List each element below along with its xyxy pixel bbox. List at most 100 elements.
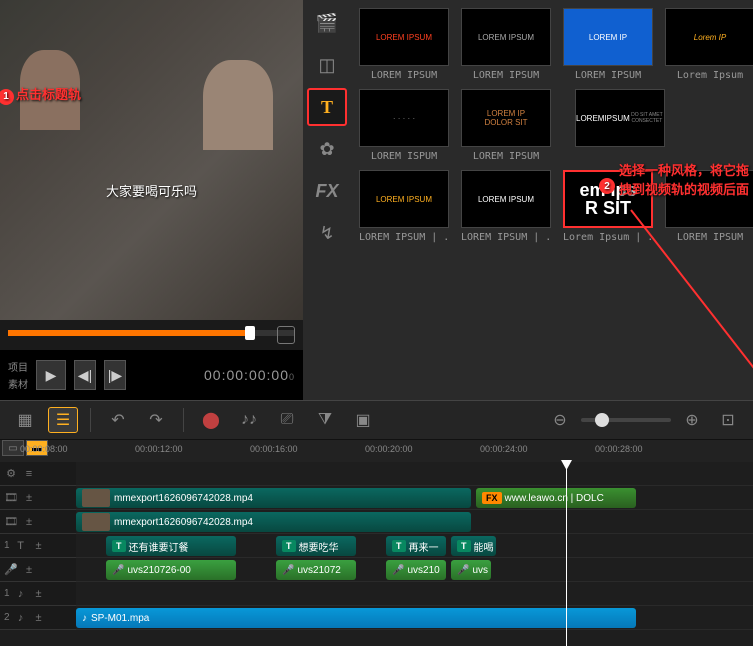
zoom-slider[interactable] bbox=[581, 418, 671, 422]
next-frame-button[interactable]: |▶ bbox=[104, 360, 126, 390]
gallery-label: LOREM IPSUM bbox=[461, 70, 551, 81]
track-head-title[interactable]: 1T± bbox=[0, 534, 76, 558]
chapter-button[interactable]: ▣ bbox=[348, 407, 378, 433]
marker-button[interactable]: ⧩ bbox=[310, 407, 340, 433]
annotation-1: 1点击标题轨 bbox=[0, 84, 81, 105]
track-head-settings[interactable]: ⚙≡ bbox=[0, 462, 76, 486]
flower-icon: ✿ bbox=[319, 139, 334, 160]
transition-icon: ◫ bbox=[318, 55, 335, 76]
gallery-thumb: LOREM IP bbox=[563, 8, 653, 66]
gallery-item[interactable]: · · · · · LOREM ISPUM bbox=[359, 89, 449, 162]
gallery-label: Lorem Ipsum bbox=[665, 70, 753, 81]
track-row-title[interactable]: T还有谁要订餐 T想要吃华 T再来一T能喝 bbox=[76, 534, 753, 558]
track-head-overlay[interactable]: 🎞± bbox=[0, 510, 76, 534]
popout-icon[interactable] bbox=[277, 326, 295, 344]
preview-panel: 大家要喝可乐吗 项目 素材 ▶ ◀| |▶ 00:00:00:000 bbox=[0, 0, 303, 400]
fx-clip[interactable]: FX www.leawo.cn | DOLC bbox=[476, 488, 636, 508]
track-row-overlay[interactable]: mmexport1626096742028.mp4 bbox=[76, 510, 753, 534]
audio-clip[interactable]: 🎤uvs210726-00 bbox=[106, 560, 236, 580]
gallery-item[interactable]: Lorem IP Lorem Ipsum bbox=[665, 8, 753, 81]
audio-clip[interactable]: 🎤uvs210 bbox=[386, 560, 446, 580]
music-icon: ♪ bbox=[14, 587, 28, 601]
gallery-item[interactable]: LOREM IPSUM LOREM IPSUM bbox=[461, 8, 551, 81]
track-head-voice[interactable]: 🎤± bbox=[0, 558, 76, 582]
title-clip[interactable]: T再来一 bbox=[386, 536, 446, 556]
zoom-fit-button[interactable]: ⊡ bbox=[713, 407, 743, 433]
zoom-thumb[interactable] bbox=[595, 413, 609, 427]
track-row-video[interactable]: mmexport1626096742028.mp4 FX www.leawo.c… bbox=[76, 486, 753, 510]
tab-graphics[interactable]: ✿ bbox=[307, 130, 347, 168]
gallery-thumb: LOREM IPSUM bbox=[461, 170, 551, 228]
t-badge: T bbox=[392, 540, 406, 552]
tab-paths[interactable]: ↯ bbox=[307, 214, 347, 252]
track-row-music2[interactable]: ♪SP-M01.mpa bbox=[76, 606, 753, 630]
gallery-label: Lorem Ipsum | ... bbox=[563, 232, 653, 243]
timeline-view-button[interactable]: ☰ bbox=[48, 407, 78, 433]
gallery-item[interactable]: LOREM IPSUMLOREM IPSUM bbox=[359, 8, 449, 81]
audio-clip[interactable]: 🎤uvs bbox=[451, 560, 491, 580]
redo-button[interactable]: ↷ bbox=[141, 407, 171, 433]
gallery-label: LOREM IPSUM | ... bbox=[461, 232, 551, 243]
play-button[interactable]: ▶ bbox=[36, 360, 66, 390]
timeline: ▭ ▬ 00:00:08:0000:00:12:0000:00:16:0000:… bbox=[0, 440, 753, 646]
gallery-thumb: LOREMIPSUMDO SIT AMET CONSECTET bbox=[575, 89, 665, 147]
mixer-button[interactable]: ⎚ bbox=[272, 407, 302, 433]
gallery-thumb: Lorem IP bbox=[665, 8, 753, 66]
zoom-in-button[interactable]: ⊕ bbox=[677, 407, 707, 433]
timeline-toolbar: ▦ ☰ ↶ ↷ ⬤ ♪♪ ⎚ ⧩ ▣ ⊖ ⊕ ⊡ bbox=[0, 400, 753, 440]
video-clip[interactable]: mmexport1626096742028.mp4 bbox=[76, 488, 471, 508]
overlay-clip[interactable]: mmexport1626096742028.mp4 bbox=[76, 512, 471, 532]
fx-badge: FX bbox=[482, 492, 502, 504]
gallery-item[interactable]: LOREM IPSUM LOREM IPSUM | ... bbox=[461, 170, 551, 243]
gear-icon: ⚙ bbox=[4, 467, 18, 481]
title-clip[interactable]: T还有谁要订餐 bbox=[106, 536, 236, 556]
title-clip[interactable]: T能喝 bbox=[451, 536, 496, 556]
tab-fx[interactable]: FX bbox=[307, 172, 347, 210]
track-head-music2[interactable]: 2♪± bbox=[0, 606, 76, 630]
record-button[interactable]: ⬤ bbox=[196, 407, 226, 433]
gallery-thumb: LOREM IP DOLOR SIT bbox=[461, 89, 551, 147]
track-head-music1[interactable]: 1♪± bbox=[0, 582, 76, 606]
track-body[interactable]: mmexport1626096742028.mp4 FX www.leawo.c… bbox=[76, 462, 753, 630]
prev-frame-button[interactable]: ◀| bbox=[74, 360, 96, 390]
track-row-settings[interactable] bbox=[76, 462, 753, 486]
gallery-item[interactable]: LOREMIPSUMDO SIT AMET CONSECTET bbox=[575, 89, 665, 162]
preview-video[interactable]: 大家要喝可乐吗 bbox=[0, 0, 303, 320]
gallery-thumb: LOREM IPSUM bbox=[359, 170, 449, 228]
zoom-out-button[interactable]: ⊖ bbox=[545, 407, 575, 433]
music-clip[interactable]: ♪SP-M01.mpa bbox=[76, 608, 636, 628]
reel-icon: 🎞 bbox=[4, 491, 18, 505]
tab-media[interactable]: 🎬 bbox=[307, 4, 347, 42]
gallery-label: LOREM ISPUM bbox=[359, 151, 449, 162]
gallery-thumb: LOREM IPSUM bbox=[461, 8, 551, 66]
t-badge: T bbox=[112, 540, 126, 552]
side-tabs: 🎬 ◫ 1点击标题轨 T ✿ FX ↯ bbox=[303, 0, 351, 400]
gallery-thumb: LOREM IPSUM bbox=[359, 8, 449, 66]
track-headers: ⚙≡ 🎞± 🎞± 1T± 🎤± 1♪± 2♪± bbox=[0, 462, 76, 630]
audio-clip[interactable]: 🎤uvs21072 bbox=[276, 560, 356, 580]
reel-icon: 🎞 bbox=[4, 515, 18, 529]
gallery-item[interactable]: LOREM IPSUMLOREM IPSUM | ... bbox=[359, 170, 449, 243]
track-row-voice[interactable]: 🎤uvs210726-00 🎤uvs21072 🎤uvs210🎤uvs bbox=[76, 558, 753, 582]
title-track-icon: T bbox=[14, 539, 28, 553]
scrub-bar[interactable] bbox=[8, 330, 295, 336]
gallery-item[interactable]: LOREM IP LOREM IPSUM bbox=[563, 8, 653, 81]
gallery-item[interactable]: LOREM IP DOLOR SITLOREM IPSUM bbox=[461, 89, 551, 162]
track-head-video[interactable]: 🎞± bbox=[0, 486, 76, 510]
scrub-bar-area bbox=[0, 320, 303, 350]
title-clip[interactable]: T想要吃华 bbox=[276, 536, 356, 556]
track-row-music1[interactable] bbox=[76, 582, 753, 606]
tab-transitions[interactable]: ◫ bbox=[307, 46, 347, 84]
ruler-mark: 00:00:08:00 bbox=[20, 444, 68, 454]
gallery-thumb: · · · · · bbox=[359, 89, 449, 147]
preview-caption: 大家要喝可乐吗 bbox=[106, 181, 197, 200]
material-label: 素材 bbox=[8, 376, 28, 391]
undo-button[interactable]: ↶ bbox=[103, 407, 133, 433]
audio-button[interactable]: ♪♪ bbox=[234, 407, 264, 433]
tab-titles[interactable]: T bbox=[307, 88, 347, 126]
gallery-label: LOREM IPSUM bbox=[563, 70, 653, 81]
playhead[interactable] bbox=[566, 462, 567, 646]
storyboard-view-button[interactable]: ▦ bbox=[10, 407, 40, 433]
timeline-ruler[interactable]: ▭ ▬ 00:00:08:0000:00:12:0000:00:16:0000:… bbox=[0, 440, 753, 462]
scrub-handle[interactable] bbox=[245, 326, 255, 340]
